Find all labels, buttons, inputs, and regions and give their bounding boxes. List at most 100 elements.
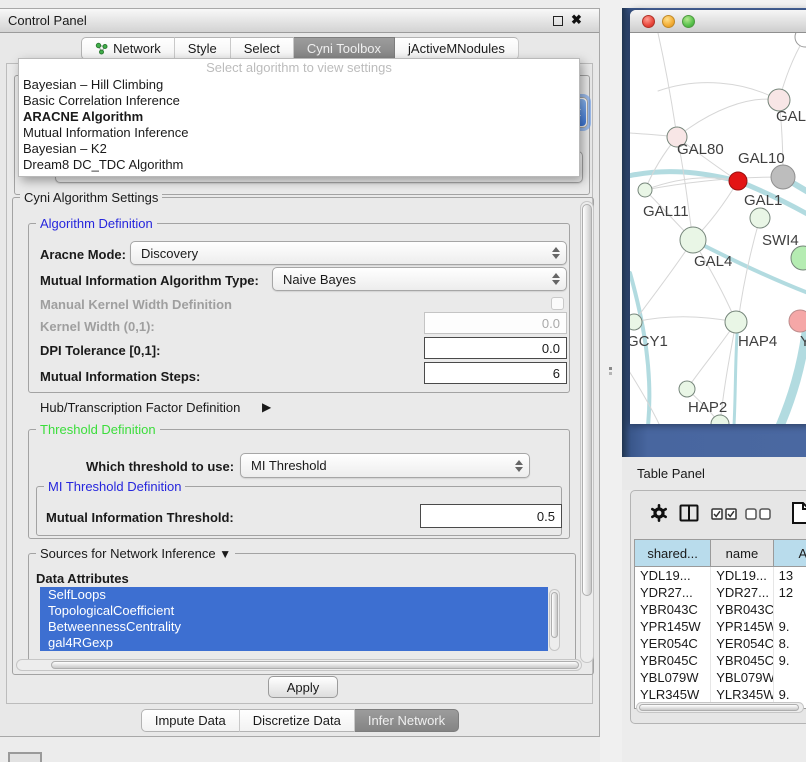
cell: YLR345W bbox=[635, 686, 711, 703]
scrollbar-thumb[interactable] bbox=[582, 204, 592, 596]
network-node[interactable] bbox=[680, 227, 706, 253]
table-row[interactable]: YDL19...YDL19...13 bbox=[635, 567, 806, 584]
mi-type-combo[interactable]: Naive Bayes bbox=[272, 267, 567, 291]
attribute-topologicalcoefficient[interactable]: TopologicalCoefficient bbox=[40, 603, 548, 619]
table-horizontal-scrollbar[interactable] bbox=[636, 702, 804, 713]
tab-infer-network[interactable]: Infer Network bbox=[355, 709, 459, 732]
scrollbar-thumb[interactable] bbox=[639, 704, 799, 711]
table-header-row: shared...nameA bbox=[635, 540, 806, 567]
network-node[interactable] bbox=[630, 314, 642, 330]
apply-button-label: Apply bbox=[287, 680, 320, 695]
attributes-scrollbar[interactable] bbox=[549, 589, 560, 651]
network-node[interactable] bbox=[750, 208, 770, 228]
column-header-name[interactable]: name bbox=[711, 540, 773, 566]
tab-style[interactable]: Style bbox=[175, 37, 231, 60]
network-node[interactable] bbox=[795, 33, 806, 47]
mi-steps-field[interactable]: 6 bbox=[424, 362, 567, 384]
column-header-shared[interactable]: shared... bbox=[635, 540, 711, 566]
network-node[interactable] bbox=[638, 183, 652, 197]
network-node[interactable] bbox=[725, 311, 747, 333]
network-canvas[interactable]: GALGAL80GAL10GAL11GAL1SWI4GAL4GCY1HAP4YH… bbox=[630, 33, 806, 424]
dpi-tolerance-label: DPI Tolerance [0,1]: bbox=[40, 343, 160, 358]
close-icon[interactable]: ✖ bbox=[571, 12, 582, 28]
expand-arrow-icon[interactable]: ▶ bbox=[262, 400, 271, 414]
attribute-betweennesscentrality[interactable]: BetweennessCentrality bbox=[40, 619, 548, 635]
dpi-tolerance-field[interactable]: 0.0 bbox=[424, 337, 567, 359]
tab-cyni-toolbox[interactable]: Cyni Toolbox bbox=[294, 37, 395, 60]
table-panel: shared...nameA YDL19...YDL19...13YDR27..… bbox=[630, 490, 806, 724]
mi-threshold-field[interactable]: 0.5 bbox=[420, 504, 562, 528]
tab-impute-data[interactable]: Impute Data bbox=[141, 709, 240, 732]
tab-label: Style bbox=[188, 41, 217, 56]
mi-threshold-label: Mutual Information Threshold: bbox=[46, 510, 234, 525]
scrollbar-thumb[interactable] bbox=[51, 661, 579, 669]
close-traffic-light-icon[interactable] bbox=[642, 15, 655, 28]
minimize-traffic-light-icon[interactable] bbox=[662, 15, 675, 28]
mi-type-label: Mutual Information Algorithm Type: bbox=[40, 273, 259, 288]
network-node[interactable] bbox=[771, 165, 795, 189]
splitter-handle-icon[interactable] bbox=[607, 366, 614, 377]
network-edge bbox=[630, 363, 660, 424]
float-panel-icon[interactable] bbox=[553, 16, 563, 26]
scrollbar-thumb[interactable] bbox=[551, 592, 558, 638]
algorithm-definition-title: Algorithm Definition bbox=[36, 216, 157, 231]
control-panel-window: Control Panel ✖ NetworkStyleSelectCyni T… bbox=[0, 8, 600, 737]
checked-boxes-icon[interactable] bbox=[711, 508, 737, 523]
table-row[interactable]: YPR145WYPR145W9. bbox=[635, 618, 806, 635]
tab-discretize-data[interactable]: Discretize Data bbox=[240, 709, 355, 732]
tab-jactivemnodules[interactable]: jActiveMNodules bbox=[395, 37, 519, 60]
network-node-label: GAL1 bbox=[744, 192, 782, 209]
document-icon[interactable] bbox=[791, 501, 806, 528]
cell: 12 bbox=[774, 584, 806, 601]
table-row[interactable]: YBR043CYBR043C bbox=[635, 601, 806, 618]
network-node[interactable] bbox=[789, 310, 806, 332]
algorithm-option-aracne-algorithm[interactable]: ARACNE Algorithm bbox=[19, 109, 579, 125]
network-node-label: GAL4 bbox=[694, 253, 732, 270]
which-threshold-value: MI Threshold bbox=[251, 458, 327, 473]
which-threshold-label: Which threshold to use: bbox=[86, 459, 234, 474]
attribute-gal4rgexp[interactable]: gal4RGexp bbox=[40, 635, 548, 651]
dpi-tolerance-value: 0.0 bbox=[542, 341, 560, 356]
tab-select[interactable]: Select bbox=[231, 37, 294, 60]
column-header-a[interactable]: A bbox=[774, 540, 806, 566]
minimized-panel-icon[interactable] bbox=[8, 752, 42, 762]
cell: YBL079W bbox=[635, 669, 711, 686]
cell: YPR145W bbox=[635, 618, 711, 635]
table-row[interactable]: YER054CYER054C8. bbox=[635, 635, 806, 652]
network-node[interactable] bbox=[679, 381, 695, 397]
gear-icon[interactable] bbox=[649, 503, 669, 526]
network-node[interactable] bbox=[729, 172, 747, 190]
manual-kernel-checkbox[interactable] bbox=[551, 297, 564, 310]
combo-stepper-icon bbox=[552, 247, 560, 259]
data-attributes-list[interactable]: SelfLoopsTopologicalCoefficientBetweenne… bbox=[40, 587, 548, 653]
network-node[interactable] bbox=[791, 246, 806, 270]
collapse-arrow-icon[interactable]: ▼ bbox=[219, 547, 231, 561]
algorithm-option-bayesian-hill-climbing[interactable]: Bayesian – Hill Climbing bbox=[19, 77, 579, 93]
split-pane-divider[interactable] bbox=[600, 0, 622, 762]
kernel-width-field[interactable]: 0.0 bbox=[424, 312, 567, 334]
network-node-label: GAL80 bbox=[677, 141, 724, 158]
which-threshold-combo[interactable]: MI Threshold bbox=[240, 453, 530, 478]
table-row[interactable]: YBL079WYBL079W bbox=[635, 669, 806, 686]
settings-vertical-scrollbar[interactable] bbox=[580, 201, 594, 663]
algorithm-option-mutual-information-inference[interactable]: Mutual Information Inference bbox=[19, 125, 579, 141]
aracne-mode-combo[interactable]: Discovery bbox=[130, 241, 567, 265]
table-row[interactable]: YDR27...YDR27...12 bbox=[635, 584, 806, 601]
algorithm-option-dream8-dc-tdc-algorithm[interactable]: Dream8 DC_TDC Algorithm bbox=[19, 157, 579, 173]
aracne-mode-label: Aracne Mode: bbox=[40, 247, 126, 262]
attribute-selfloops[interactable]: SelfLoops bbox=[40, 587, 548, 603]
algorithm-option-bayesian-k2[interactable]: Bayesian – K2 bbox=[19, 141, 579, 157]
mi-steps-value: 6 bbox=[553, 366, 560, 381]
algorithm-popup-placeholder: Select algorithm to view settings bbox=[19, 59, 579, 77]
zoom-traffic-light-icon[interactable] bbox=[682, 15, 695, 28]
columns-icon[interactable] bbox=[679, 503, 699, 526]
unchecked-boxes-icon[interactable] bbox=[745, 508, 771, 523]
tab-network[interactable]: Network bbox=[81, 37, 175, 60]
node-table: shared...nameA YDL19...YDL19...13YDR27..… bbox=[634, 539, 806, 709]
table-row[interactable]: YLR345WYLR345W9. bbox=[635, 686, 806, 703]
table-row[interactable]: YBR045CYBR045C9. bbox=[635, 652, 806, 669]
algorithm-option-basic-correlation-inference[interactable]: Basic Correlation Inference bbox=[19, 93, 579, 109]
apply-button[interactable]: Apply bbox=[268, 676, 338, 698]
algorithm-popup-list: Bayesian – Hill ClimbingBasic Correlatio… bbox=[19, 77, 579, 173]
settings-horizontal-scrollbar[interactable] bbox=[16, 659, 582, 671]
